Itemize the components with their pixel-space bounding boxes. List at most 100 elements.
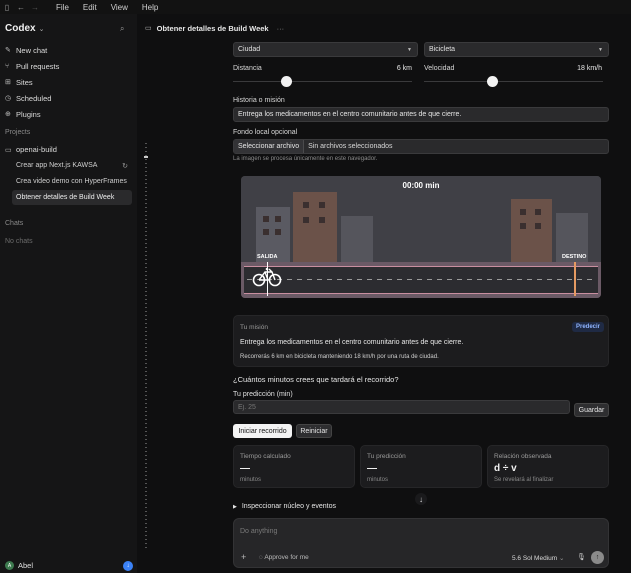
user-profile[interactable]: A Abel ↓ xyxy=(5,561,133,571)
chevron-down-icon: ⌄ xyxy=(38,25,45,33)
plus-icon[interactable]: + xyxy=(241,552,246,562)
stat-card-relation: Relación observada d ÷ v Se revelará al … xyxy=(487,445,609,488)
sidebar-nav: ✎ New chat ⑂ Pull requests ⊞ Sites ◷ Sch… xyxy=(5,42,133,122)
thread-item[interactable]: Crear app Next.js KAWSA ↻ xyxy=(12,158,132,173)
sites-icon: ⊞ xyxy=(5,79,11,86)
select-file-button[interactable]: Seleccionar archivo xyxy=(234,140,305,153)
sidebar: Codex ⌄ ⌕ ✎ New chat ⑂ Pull requests ⊞ S… xyxy=(0,14,137,573)
microphone-icon[interactable]: 🎙 xyxy=(577,553,586,561)
end-label: DESTINO xyxy=(562,254,587,260)
background-file-input[interactable]: Seleccionar archivo Sin archivos selecci… xyxy=(233,139,609,154)
building-window xyxy=(303,202,309,208)
sidebar-item-label: Pull requests xyxy=(16,61,60,71)
avatar: A xyxy=(5,561,14,570)
clock-icon: ◷ xyxy=(5,95,12,102)
thread-label: Obtener detalles de Build Week xyxy=(16,194,115,201)
scroll-rail[interactable] xyxy=(145,143,147,549)
model-selector[interactable]: 5.6 Sol Medium ⌄ xyxy=(512,554,564,562)
sidebar-item-scheduled[interactable]: ◷ Scheduled xyxy=(5,90,133,106)
menu-view[interactable]: View xyxy=(111,3,128,12)
page-title: Obtener detalles de Build Week xyxy=(156,23,269,33)
sidebar-toggle-icon[interactable]: ▯ xyxy=(0,3,14,12)
app-switcher[interactable]: Codex ⌄ xyxy=(5,23,44,34)
sidebar-item-pull-requests[interactable]: ⑂ Pull requests xyxy=(5,58,133,74)
send-button[interactable]: ↑ xyxy=(591,551,604,564)
triangle-right-icon: ▶ xyxy=(233,504,237,510)
update-badge-icon[interactable]: ↓ xyxy=(123,561,133,571)
building-window xyxy=(275,216,281,222)
file-status: Sin archivos seleccionados xyxy=(308,143,393,150)
speed-slider-track[interactable] xyxy=(424,81,603,82)
mission-card: Tu misión Predecir Entrega los medicamen… xyxy=(233,315,609,367)
stat-value: — xyxy=(367,463,377,474)
building-window xyxy=(535,209,541,215)
approval-mode-button[interactable]: ◌ Approve for me xyxy=(259,554,309,561)
edit-icon: ✎ xyxy=(5,47,11,54)
project-openai-build[interactable]: ▭ openai-build xyxy=(5,145,57,154)
building-window xyxy=(303,217,309,223)
chevron-down-icon: ▼ xyxy=(598,46,603,53)
sidebar-item-label: New chat xyxy=(16,45,48,55)
building-window xyxy=(263,216,269,222)
building xyxy=(341,216,373,262)
sidebar-item-sites[interactable]: ⊞ Sites xyxy=(5,74,133,90)
speed-label: Velocidad xyxy=(424,65,455,72)
projects-label: Projects xyxy=(5,129,31,136)
road xyxy=(244,266,598,294)
composer-placeholder[interactable]: Do anything xyxy=(240,528,277,535)
stat-note: minutos xyxy=(240,477,262,483)
story-input-value: Entrega los medicamentos en el centro co… xyxy=(238,111,462,118)
stat-title: Relación observada xyxy=(494,453,552,460)
building-window xyxy=(275,229,281,235)
prediction-label: Tu predicción (min) xyxy=(233,391,293,398)
background-label: Fondo local opcional xyxy=(233,129,298,136)
scroll-down-icon[interactable]: ↓ xyxy=(415,493,427,505)
no-chats-text: No chats xyxy=(5,238,33,245)
distance-label: Distancia xyxy=(233,65,262,72)
prediction-question: ¿Cuántos minutos crees que tardará el re… xyxy=(233,375,399,384)
app-window: ▯ ← → File Edit View Help Codex ⌄ ⌕ ✎ Ne… xyxy=(0,0,631,573)
sidebar-item-label: Plugins xyxy=(16,109,41,119)
menu-edit[interactable]: Edit xyxy=(83,3,97,12)
folder-icon: ▭ xyxy=(5,146,12,154)
user-name: Abel xyxy=(18,561,34,570)
start-label: SALIDA xyxy=(257,254,278,260)
pull-request-icon: ⑂ xyxy=(5,62,10,70)
vehicle-select[interactable]: Bicicleta ▼ xyxy=(424,42,609,57)
search-icon[interactable]: ⌕ xyxy=(120,24,124,34)
inspect-label: Inspeccionar núcleo y eventos xyxy=(241,503,336,510)
sidebar-item-new-chat[interactable]: ✎ New chat xyxy=(5,42,133,58)
forward-arrow-icon[interactable]: → xyxy=(28,3,42,12)
composer[interactable]: Do anything + ◌ Approve for me 5.6 Sol M… xyxy=(233,518,609,568)
sidebar-item-plugins[interactable]: ⊕ Plugins xyxy=(5,106,133,122)
sidebar-item-label: Sites xyxy=(16,77,33,87)
city-select[interactable]: Ciudad ▼ xyxy=(233,42,418,57)
chevron-down-icon: ⌄ xyxy=(558,555,565,562)
stat-card-prediction: Tu predicción — minutos xyxy=(360,445,482,488)
route-scene: 00:00 min SALIDA DESTINO xyxy=(241,176,601,298)
save-button[interactable]: Guardar xyxy=(574,403,609,417)
approval-mode-label: Approve for me xyxy=(264,554,309,561)
reset-button[interactable]: Reiniciar xyxy=(296,424,332,438)
road-centerline xyxy=(247,279,595,280)
building-window xyxy=(520,223,526,229)
inspect-toggle[interactable]: ▶ Inspeccionar núcleo y eventos xyxy=(233,503,336,510)
menu-help[interactable]: Help xyxy=(142,3,158,12)
thread-label: Crea video demo con HyperFrames xyxy=(16,178,127,185)
start-route-button[interactable]: Iniciar recorrido xyxy=(233,424,292,438)
stat-card-calculated: Tiempo calculado — minutos xyxy=(233,445,355,488)
stat-title: Tu predicción xyxy=(367,453,406,460)
menu-file[interactable]: File xyxy=(56,3,69,12)
distance-slider-track[interactable] xyxy=(233,81,412,82)
back-arrow-icon[interactable]: ← xyxy=(14,3,28,12)
menu-bar: ▯ ← → File Edit View Help xyxy=(0,0,631,14)
more-options-icon[interactable]: ··· xyxy=(277,24,285,33)
vehicle-select-value: Bicicleta xyxy=(429,46,456,53)
thread-item[interactable]: Crea video demo con HyperFrames xyxy=(12,174,132,189)
prediction-input[interactable] xyxy=(233,400,570,414)
speed-slider-thumb[interactable] xyxy=(486,76,498,87)
distance-slider-thumb[interactable] xyxy=(281,76,293,87)
story-input[interactable]: Entrega los medicamentos en el centro co… xyxy=(233,107,609,122)
building-window xyxy=(520,209,526,215)
thread-item-active[interactable]: Obtener detalles de Build Week xyxy=(12,190,132,205)
